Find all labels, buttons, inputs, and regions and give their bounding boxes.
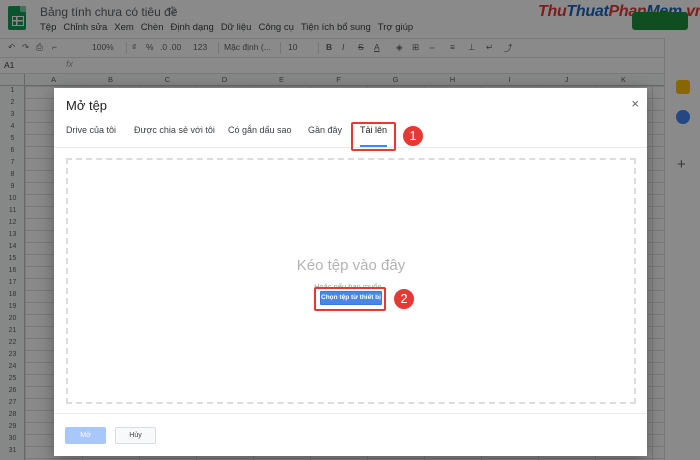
dialog-footer: Mở Hủy [54,413,647,456]
tab-starred[interactable]: Có gắn dấu sao [228,125,292,135]
tab-my-drive[interactable]: Drive của tôi [66,125,116,135]
open-button: Mở [65,427,106,444]
open-file-dialog: Mở tệp × Drive của tôi Được chia sẻ với … [54,88,647,456]
drop-zone-text: Kéo tệp vào đây [296,257,406,274]
highlight-box-step2 [314,287,386,311]
cancel-button[interactable]: Hủy [115,427,156,444]
drop-zone[interactable]: Kéo tệp vào đây Hoặc nếu bạn muốn... Chọ… [66,158,636,404]
step-1-badge: 1 [402,125,424,147]
dialog-title: Mở tệp [66,98,108,113]
step-2-badge: 2 [393,288,415,310]
close-icon[interactable]: × [631,96,639,111]
highlight-box-step1 [351,122,396,151]
tab-shared-with-me[interactable]: Được chia sẻ với tôi [134,125,215,135]
tab-recent[interactable]: Gần đây [308,125,342,135]
